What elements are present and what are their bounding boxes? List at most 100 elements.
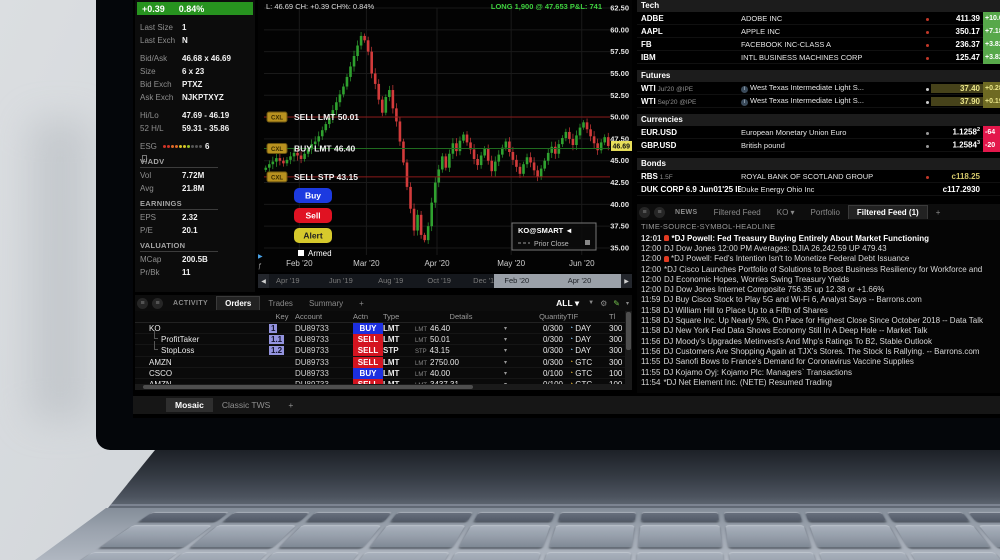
order-line-label: BUY LMT 46.40 <box>294 144 356 154</box>
keyboard-key <box>538 552 631 560</box>
panel-menu-icon[interactable]: ≡ <box>639 207 650 218</box>
timeline-track[interactable]: Apr '19Jun '19Aug '19Oct '19Dec '19Feb '… <box>269 274 621 288</box>
chart-tool-draw-icon[interactable]: ƒ <box>258 263 262 270</box>
armed-checkbox[interactable]: Armed <box>298 249 332 258</box>
keyboard-key <box>725 525 811 547</box>
chart-order-sell[interactable]: CXLSELL LMT 50.01 <box>267 112 359 122</box>
news-item[interactable]: 11:59DJ Buy Cisco Stock to Play 5G and W… <box>637 295 1000 305</box>
keyboard-key <box>139 512 228 521</box>
news-item[interactable]: 12:00DJ Dow Jones Internet Composite 756… <box>637 284 1000 294</box>
quote-label: Last Size <box>140 21 182 34</box>
news-tab--[interactable]: + <box>928 206 949 219</box>
watchlist-price: 37.40 <box>931 84 983 93</box>
tab-trades[interactable]: Trades <box>260 297 301 310</box>
alert-button[interactable]: Alert <box>294 228 332 243</box>
news-item[interactable]: 11:58DJ New York Fed Data Shows Economy … <box>637 326 1000 336</box>
y-axis-tick: 50.00 <box>610 113 629 122</box>
orders-filter-all[interactable]: ALL ▾ <box>556 298 579 309</box>
settings-gear-icon[interactable]: ⚙ <box>600 299 607 308</box>
order-row[interactable]: KO1DU89733BUYLMTLMT46.40▾0/300◔DAY300 <box>135 323 632 334</box>
candlestick-chart[interactable]: 62.5060.0057.5055.0052.5050.0047.5045.00… <box>258 0 632 272</box>
svg-text:Prior Close: Prior Close <box>534 241 569 248</box>
watchlist-row[interactable]: EUR.USDEuropean Monetary Union Euro1.125… <box>637 126 1000 139</box>
panel-menu-icon[interactable]: ≡ <box>654 207 665 218</box>
watchlist-row[interactable]: DUK CORP 6.9 Jun01'25 IBCID...Duke Energ… <box>637 183 1000 196</box>
news-item[interactable]: 12:01*DJ Powell: Fed Treasury Buying Ent… <box>637 233 1000 243</box>
news-tab-filtered-feed-1-[interactable]: Filtered Feed (1) <box>848 205 928 219</box>
keyboard-key <box>968 512 1000 521</box>
order-details[interactable]: STP43.15▾ <box>411 346 511 355</box>
timeline-right-arrow[interactable]: ▶ <box>621 274 632 288</box>
watchlist-description: British pound <box>741 141 923 150</box>
watchlist-row[interactable]: AAPLAPPLE INC350.17+7.18 <box>637 25 1000 38</box>
order-tif: ◔GTC <box>567 369 609 378</box>
quote-value: 46.68 x 46.69 <box>182 52 231 65</box>
news-tab-portfolio[interactable]: Portfolio <box>803 206 848 219</box>
quote-label: Bid Exch <box>140 78 182 91</box>
tab--[interactable]: + <box>351 297 372 310</box>
watchlist-symbol: IBM <box>637 53 741 62</box>
news-item[interactable]: 12:00*DJ Powell: Fed's Intention Isn't t… <box>637 254 1000 264</box>
watchlist-row[interactable]: RBS 1.5FROYAL BANK OF SCOTLAND GROUPc118… <box>637 170 1000 183</box>
order-row[interactable]: ProfitTaker1.1DU89733SELLLMTLMT50.01▾0/3… <box>135 334 632 345</box>
quote-row: 52 H/L59.31 - 35.86 <box>135 122 255 135</box>
news-item[interactable]: 12:00DJ Dow Jones 12:00 PM Averages: DJI… <box>637 243 1000 253</box>
news-item[interactable]: 12:00DJ Economic Hopes, Worries Swing Tr… <box>637 274 1000 284</box>
panel-menu-icon[interactable]: ≡ <box>152 298 163 309</box>
watchlist-row[interactable]: WTI Sep'20 @IPEiWest Texas Intermediate … <box>637 95 1000 108</box>
timeline-visible-range[interactable]: Feb '20Apr '20 <box>494 274 621 288</box>
tab-activity[interactable]: ACTIVITY <box>165 298 216 309</box>
chart-tool-play-icon[interactable]: ▶ <box>258 254 263 260</box>
tab-summary[interactable]: Summary <box>301 297 351 310</box>
watchlist-row[interactable]: IBMINTL BUSINESS MACHINES CORP125.47+3.8… <box>637 51 1000 64</box>
filter-funnel-icon[interactable]: ▼ <box>588 300 594 306</box>
watchlist-panel: TechADBEADOBE INC411.39+10.09AAPLAPPLE I… <box>637 0 1000 201</box>
chart-timeline-scrollbar[interactable]: ◀ Apr '19Jun '19Aug '19Oct '19Dec '19Feb… <box>258 274 632 288</box>
sell-button[interactable]: Sell <box>294 208 332 223</box>
order-details[interactable]: LMT2750.00▾ <box>411 358 511 367</box>
timeline-left-arrow[interactable]: ◀ <box>258 274 269 288</box>
orders-horizontal-scrollbar[interactable] <box>135 384 625 390</box>
edit-pencil-icon[interactable]: ✎ <box>613 299 620 308</box>
order-row[interactable]: CSCODU89733BUYLMTLMT40.00▾0/100◔GTC100 <box>135 368 632 379</box>
workspace-tab-mosaic[interactable]: Mosaic <box>166 398 213 412</box>
tick-dot <box>923 141 931 150</box>
watchlist-row[interactable]: GBP.USDBritish pound1.25843-20 <box>637 139 1000 152</box>
news-item[interactable]: 11:55DJ Sanofi Bows to France's Demand f… <box>637 357 1000 367</box>
more-caret-icon[interactable]: ▾ <box>626 300 629 307</box>
workspace-tabs: MosaicClassic TWS+ <box>133 396 1000 414</box>
order-details[interactable]: LMT40.00▾ <box>411 369 511 378</box>
order-details[interactable]: LMT46.40▾ <box>411 324 511 333</box>
order-line-label: SELL STP 43.15 <box>294 172 358 182</box>
order-details[interactable]: LMT50.01▾ <box>411 335 511 344</box>
chart-order-buy[interactable]: CXLBUY LMT 46.40 <box>267 144 356 154</box>
news-item[interactable]: 11:56DJ Moody's Upgrades Metinvest's And… <box>637 336 1000 346</box>
news-item[interactable]: 11:56DJ Customers Are Shopping Again at … <box>637 346 1000 356</box>
orders-vertical-scrollbar[interactable] <box>625 311 632 390</box>
chart-order-sell[interactable]: CXLSELL STP 43.15 <box>267 172 358 182</box>
order-row[interactable]: AMZNDU89733SELLLMTLMT2750.00▾0/300◔GTC30… <box>135 357 632 368</box>
order-row[interactable]: StopLoss1.2DU89733SELLSTPSTP43.15▾0/300◔… <box>135 345 632 356</box>
buy-button[interactable]: Buy <box>294 188 332 203</box>
keyboard-key <box>638 525 721 547</box>
keyboard-key <box>345 552 450 560</box>
news-item[interactable]: 12:00*DJ Cisco Launches Portfolio of Sol… <box>637 264 1000 274</box>
watchlist-row[interactable]: ADBEADOBE INC411.39+10.09 <box>637 12 1000 25</box>
chart-canvas[interactable]: 62.5060.0057.5055.0052.5050.0047.5045.00… <box>258 0 632 272</box>
tab-orders[interactable]: Orders <box>216 296 260 310</box>
news-item[interactable]: 11:54*DJ Net Element Inc. (NETE) Resumed… <box>637 377 1000 387</box>
quote-label: Size <box>140 65 182 78</box>
workspace-tab-classic-tws[interactable]: Classic TWS <box>213 398 280 412</box>
news-tab-filtered-feed[interactable]: Filtered Feed <box>706 206 769 219</box>
workspace-tab--[interactable]: + <box>279 398 302 412</box>
news-item[interactable]: 11:58DJ William Hill to Place Up to a Fi… <box>637 305 1000 315</box>
news-item[interactable]: 11:55DJ Kojamo Oyj: Kojamo Plc: Managers… <box>637 367 1000 377</box>
keyboard-key <box>459 525 550 547</box>
quote-label: Hi/Lo <box>140 109 182 122</box>
news-tab-ko[interactable]: KO ▾ <box>769 206 803 219</box>
news-item[interactable]: 11:58DJ Square Inc. Up Nearly 5%, On Pac… <box>637 315 1000 325</box>
news-tab-news[interactable]: NEWS <box>667 207 706 218</box>
watchlist-row[interactable]: WTI Jul'20 @IPEiWest Texas Intermediate … <box>637 82 1000 95</box>
watchlist-row[interactable]: FBFACEBOOK INC-CLASS A236.37+3.82 <box>637 38 1000 51</box>
panel-menu-icon[interactable]: ≡ <box>137 298 148 309</box>
